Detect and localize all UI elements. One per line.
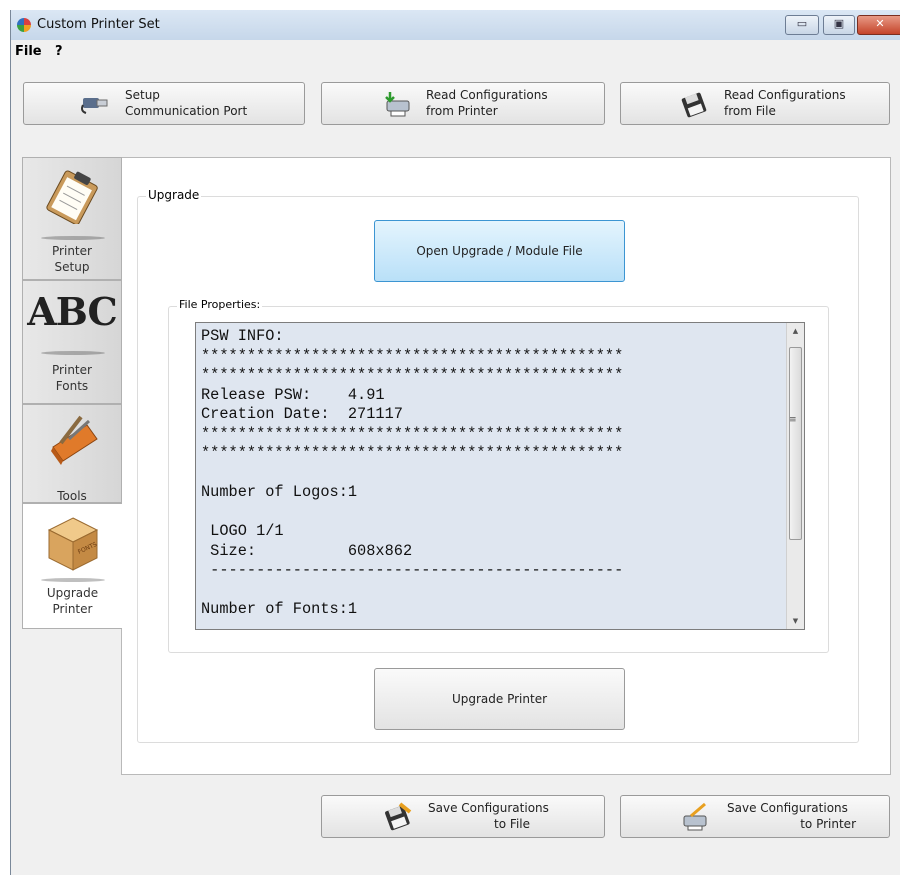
minimize-button[interactable]: ▭	[785, 15, 819, 35]
menu-file[interactable]: File	[15, 44, 42, 59]
file-properties-text: PSW INFO: ******************************…	[201, 327, 624, 618]
scrollbar-thumb[interactable]	[789, 347, 802, 540]
file-properties-textbox[interactable]: PSW INFO: ******************************…	[195, 322, 805, 630]
save-printer-label-1: Save Configurations	[727, 801, 848, 815]
save-printer-label-2: to Printer	[800, 817, 856, 831]
upgrade-printer-button[interactable]: Upgrade Printer	[374, 668, 625, 730]
tab-printer-setup-label-2: Setup	[54, 260, 90, 274]
window-title: Custom Printer Set	[37, 17, 160, 32]
maximize-button[interactable]: ▣	[823, 15, 855, 35]
read-printer-label-1: Read Configurations	[426, 88, 548, 102]
close-icon: ✕	[875, 17, 885, 30]
read-configurations-from-file-button[interactable]: Read Configurations from File	[620, 82, 890, 125]
read-configurations-from-printer-button[interactable]: Read Configurations from Printer	[321, 82, 605, 125]
read-printer-label-2: from Printer	[426, 104, 498, 118]
title-bar[interactable]: Custom Printer Set ▭ ▣ ✕	[11, 10, 900, 40]
tab-upgrade-printer[interactable]: FONTS Upgrade Printer	[22, 503, 122, 629]
tab-shadow	[41, 351, 105, 355]
open-upgrade-module-file-button[interactable]: Open Upgrade / Module File	[374, 220, 625, 282]
app-logo-icon	[17, 18, 31, 32]
tab-printer-fonts-label-2: Fonts	[55, 379, 89, 393]
vertical-scrollbar[interactable]: ▲ ≡ ▼	[786, 323, 804, 629]
tab-upgrade-printer-label-1: Upgrade	[46, 586, 99, 600]
setup-port-label-2: Communication Port	[125, 104, 248, 118]
tab-printer-fonts[interactable]: ABC Printer Fonts	[22, 280, 122, 404]
package-icon: FONTS	[47, 517, 98, 571]
maximize-icon: ▣	[833, 17, 845, 30]
save-configurations-to-file-button[interactable]: Save Configurations to File	[321, 795, 605, 838]
tab-upgrade-printer-label-2: Printer	[52, 602, 93, 616]
tab-tools-label: Tools	[57, 489, 87, 503]
tab-printer-fonts-label-1: Printer	[52, 363, 92, 377]
scroll-grip-icon: ≡	[789, 415, 797, 425]
minimize-icon: ▭	[796, 17, 808, 30]
read-from-printer-icon	[385, 92, 410, 117]
save-configurations-to-printer-button[interactable]: Save Configurations to Printer	[620, 795, 890, 838]
file-properties-label: File Properties:	[177, 298, 263, 311]
setup-port-label-1: Setup	[125, 88, 160, 102]
scroll-down-icon[interactable]: ▼	[787, 617, 804, 625]
close-button[interactable]: ✕	[857, 15, 900, 35]
tab-tools[interactable]: Tools	[22, 404, 122, 503]
tab-printer-setup[interactable]: Printer Setup	[22, 157, 122, 280]
scroll-up-icon[interactable]: ▲	[787, 327, 804, 335]
floppy-disk-icon	[681, 92, 707, 118]
clipboard-icon	[46, 170, 98, 224]
tab-printer-setup-label-1: Printer	[52, 244, 92, 258]
upgrade-printer-label: Upgrade Printer	[451, 692, 548, 706]
menu-help[interactable]: ?	[55, 44, 63, 59]
tab-shadow	[41, 236, 105, 240]
read-file-label-2: from File	[724, 104, 776, 118]
app-window: Custom Printer Set ▭ ▣ ✕ File ? Setup Co…	[10, 10, 900, 875]
upgrade-group-label: Upgrade	[146, 188, 202, 202]
save-file-label-1: Save Configurations	[428, 801, 549, 815]
usb-cable-icon	[81, 98, 108, 114]
read-file-label-1: Read Configurations	[724, 88, 846, 102]
open-upgrade-label: Open Upgrade / Module File	[416, 244, 583, 258]
toolbox-icon	[51, 415, 98, 465]
setup-communication-port-button[interactable]: Setup Communication Port	[23, 82, 305, 125]
save-file-label-2: to File	[494, 817, 530, 831]
tab-shadow	[41, 578, 105, 582]
abc-font-icon: ABC	[27, 289, 118, 334]
